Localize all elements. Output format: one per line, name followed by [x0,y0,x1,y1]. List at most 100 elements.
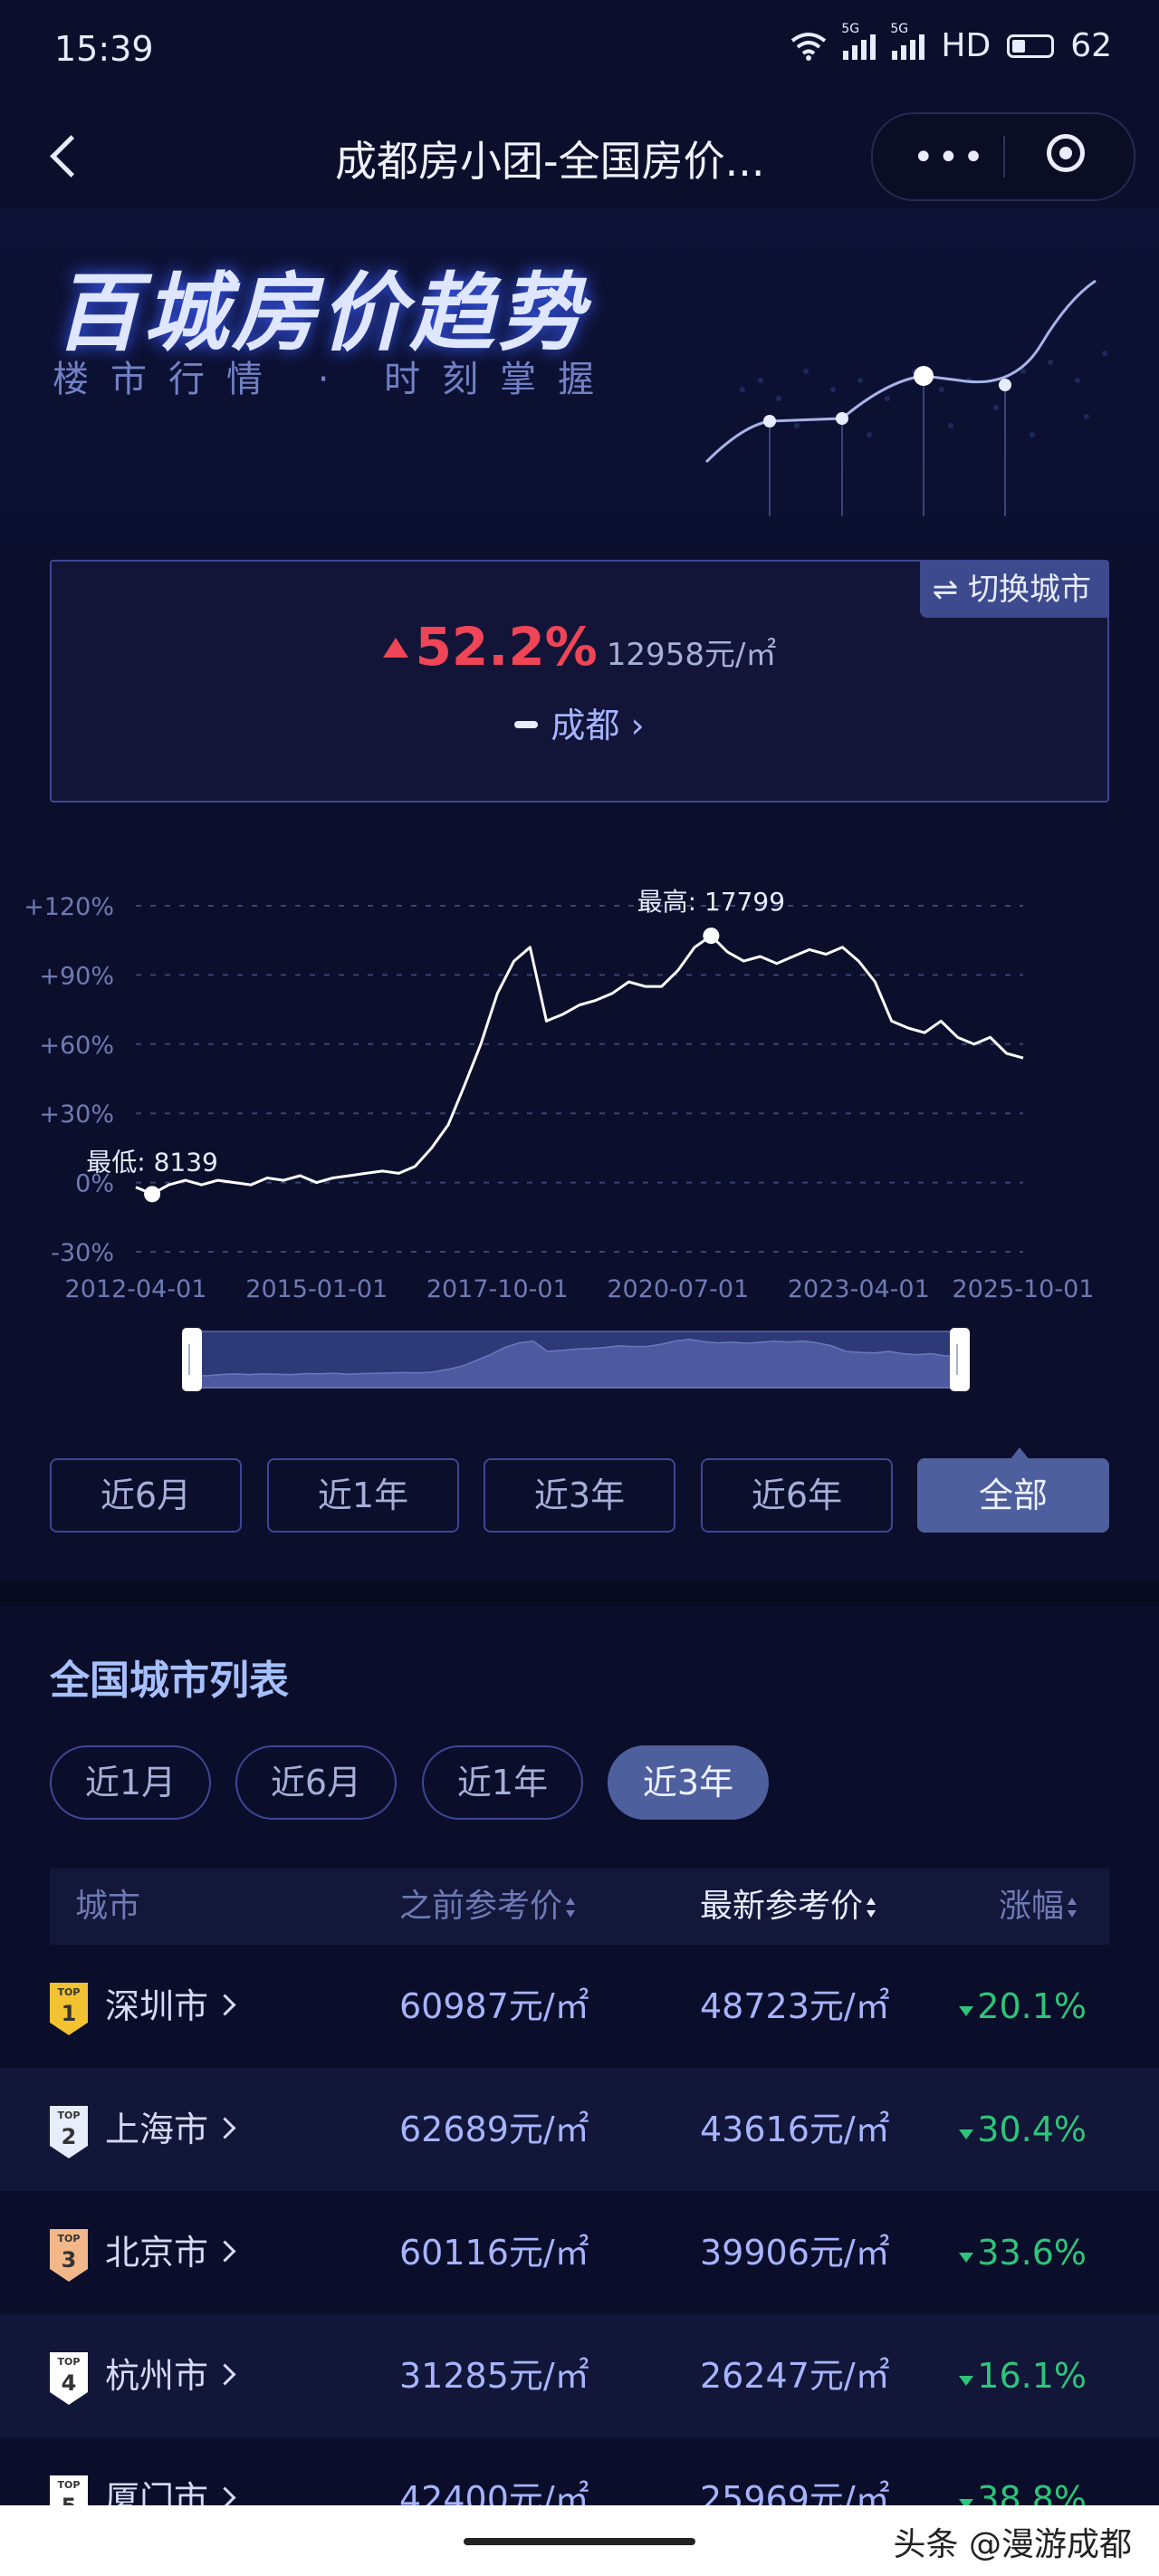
page-title: 成都房小团-全国房价... [335,137,765,186]
city-name-text: 上海市 [105,2110,209,2149]
table-row[interactable]: TOP 4 杭州市 31285元/㎡ 26247元/㎡ 16.1% [0,2314,1159,2437]
signal-icon: 5G [841,22,876,60]
wifi-icon [791,32,827,61]
max-label: 最高: 17799 [637,887,785,917]
header-prev-label: 之前参考价 [399,1888,563,1925]
down-triangle-icon [959,2376,974,2386]
change-text: 30.4% [977,2110,1087,2149]
y-tick-label: +120% [24,893,114,921]
header-latest-price[interactable]: 最新参考价 [700,1869,876,1945]
series-legend-marker [514,721,539,728]
range-tab[interactable]: 近1年 [267,1458,459,1533]
range-tab[interactable]: 近3年 [484,1458,675,1533]
change-row: 52.2% 12958元/㎡ [52,616,1107,678]
range-tab[interactable]: 近6年 [701,1458,893,1533]
rank-badge-label: TOP [57,2356,81,2368]
city-list-section: 全国城市列表 近1月 近6月 近1年 近3年 城市 之前参考价 最新参考价 涨幅… [0,1606,1159,2576]
city-list-title: 全国城市列表 [50,1658,289,1704]
min-point [144,1186,161,1203]
change-text: 33.6% [977,2233,1087,2273]
city-name[interactable]: 杭州市 [105,2314,236,2437]
price-trend-chart: +120%+90%+60%+30%0%-30%2012-04-01 2015-01… [24,887,1095,1391]
nav-bar: 成都房小团-全国房价... ••• [0,107,1159,207]
city-name-text: 杭州市 [105,2356,209,2396]
status-time: 15:39 [54,29,154,69]
rank-badge-label: TOP [57,1986,81,1998]
zoom-slider-handle[interactable] [182,1328,202,1391]
x-tick-label: 2017-10-01 [426,1275,569,1303]
swap-icon: ⇌ [932,572,959,608]
switch-city-button[interactable]: ⇌ 切换城市 [919,562,1107,618]
change-value: 33.6% [959,2191,1087,2314]
table-row[interactable]: TOP 2 上海市 62689元/㎡ 43616元/㎡ 30.4% [0,2068,1159,2191]
status-icons: 5G 5G HD 62 [790,22,1112,64]
sort-icon [867,1898,876,1918]
battery-level: 62 [1070,27,1112,64]
up-triangle-icon [382,638,408,658]
range-tab[interactable]: 近6月 [50,1458,242,1533]
table-row[interactable]: TOP 3 北京市 60116元/㎡ 39906元/㎡ 33.6% [0,2191,1159,2314]
table-row[interactable]: TOP 1 深圳市 60987元/㎡ 48723元/㎡ 20.1% [0,1945,1159,2068]
capsule-divider [1003,136,1005,178]
city-name[interactable]: 深圳市 [105,1945,236,2068]
summary-card: ⇌ 切换城市 52.2% 12958元/㎡ 成都 › [50,560,1109,803]
change-percent: 52.2% [415,616,598,678]
change-value: 30.4% [959,2068,1087,2191]
prev-price: 60116元/㎡ [399,2233,589,2273]
y-tick-label: +30% [39,1101,114,1129]
chevron-right-icon [214,2117,236,2139]
latest-price: 48723元/㎡ [700,1986,890,2026]
hero-banner: 百城房价趋势 楼市行情 · 时刻掌握 [0,208,1159,543]
max-point [703,928,720,945]
battery-icon [1007,34,1055,58]
hd-indicator: HD [941,27,991,64]
close-target-icon[interactable] [1047,134,1085,172]
sort-icon [1068,1898,1078,1918]
header-change-label: 涨幅 [999,1888,1065,1925]
x-tick-label: 2012-04-01 [65,1275,207,1303]
status-bar: 15:39 5G 5G HD 62 [0,0,1159,100]
latest-price: 39906元/㎡ [700,2233,890,2273]
home-indicator[interactable] [464,2538,695,2545]
rank-number: 3 [61,2247,77,2273]
change-text: 16.1% [977,2356,1087,2396]
rank-number: 1 [61,2001,77,2026]
watermark: 头条 @漫游成都 [893,2526,1132,2563]
more-icon[interactable]: ••• [913,137,988,178]
city-name[interactable]: 上海市 [105,2068,236,2191]
city-name-text: 北京市 [105,2233,209,2273]
zoom-slider-handle[interactable] [950,1328,970,1391]
change-value: 20.1% [959,1945,1087,2068]
header-change[interactable]: 涨幅 [999,1869,1078,1945]
period-pill[interactable]: 近1年 [422,1745,583,1820]
y-tick-label: +60% [39,1032,114,1060]
latest-price: 26247元/㎡ [700,2356,890,2396]
x-tick-label: 2025-10-01 [953,1275,1095,1303]
switch-city-label: 切换城市 [968,572,1091,608]
rank-badge-label: TOP [57,2479,81,2491]
rank-badge-icon: TOP 1 [50,1983,88,2035]
hero-subtitle: 楼市行情 · 时刻掌握 [53,359,617,400]
rank-number: 4 [61,2370,77,2396]
period-pill-active[interactable]: 近3年 [608,1745,769,1820]
period-pill[interactable]: 近1月 [50,1745,211,1820]
down-triangle-icon [959,2006,974,2016]
header-prev-price[interactable]: 之前参考价 [399,1869,576,1945]
selected-city: 成都 [551,706,620,745]
bottom-system-bar: 头条 @漫游成都 [0,2505,1159,2576]
period-pill[interactable]: 近6月 [235,1745,397,1820]
min-label: 最低: 8139 [86,1147,218,1177]
prev-price: 62689元/㎡ [399,2110,589,2149]
y-tick-label: -30% [51,1239,114,1267]
rank-badge-label: TOP [57,2233,81,2244]
x-tick-label: 2023-04-01 [788,1275,930,1303]
rank-badge-label: TOP [57,2110,81,2121]
selected-city-link[interactable]: 成都 › [52,697,1107,747]
range-tabs: 近6月 近1年 近3年 近6年 全部 [50,1447,1109,1533]
city-name[interactable]: 北京市 [105,2191,236,2314]
back-arrow-icon[interactable] [40,127,94,181]
chevron-right-icon [214,2363,236,2386]
range-tab-active[interactable]: 全部 [917,1447,1109,1533]
rank-badge-icon: TOP 3 [50,2229,88,2282]
rank-number: 2 [61,2124,77,2149]
